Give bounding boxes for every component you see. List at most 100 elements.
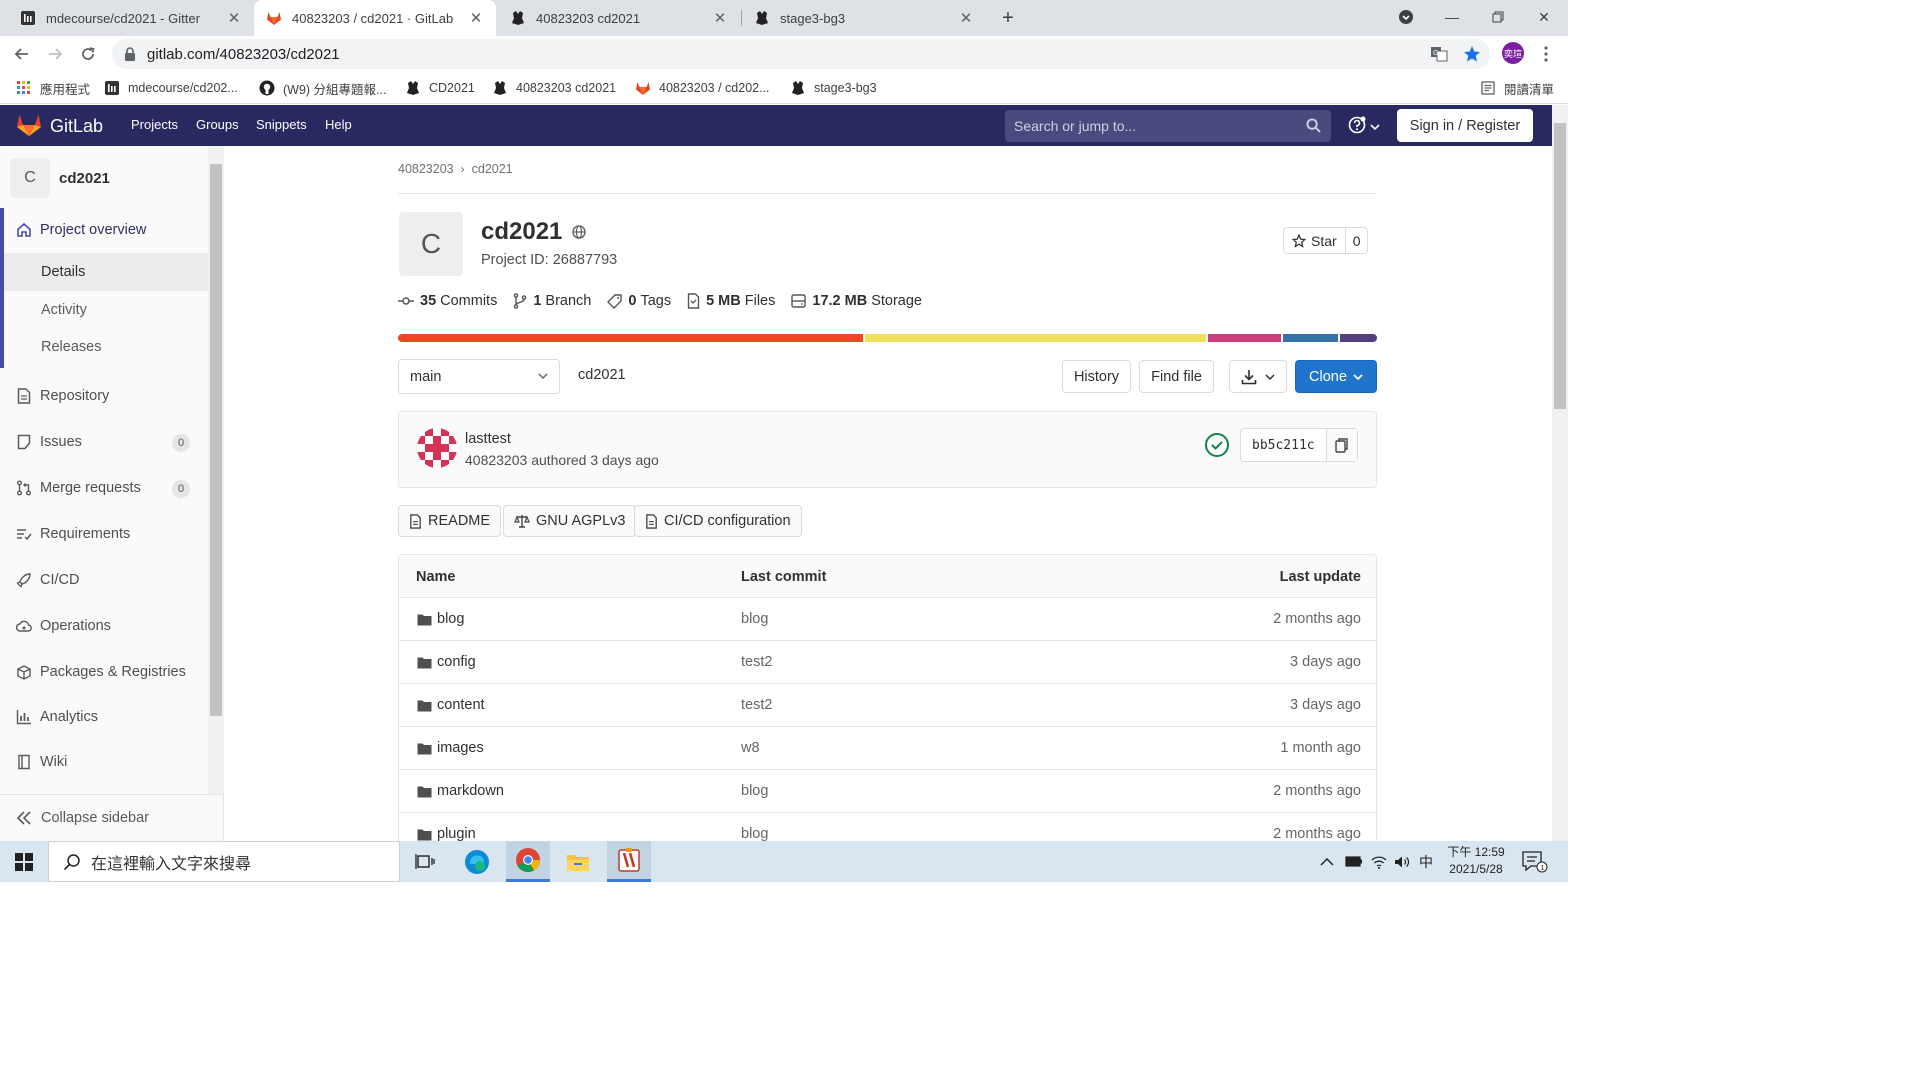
commit-message[interactable]: blog xyxy=(741,783,768,799)
close-tab-icon[interactable]: ✕ xyxy=(712,10,728,27)
close-tab-icon[interactable]: ✕ xyxy=(226,10,242,27)
nav-projects[interactable]: Projects xyxy=(131,117,178,132)
file-name[interactable]: images xyxy=(437,740,484,756)
input-method-indicator[interactable]: 中 xyxy=(1419,841,1433,882)
page-scrollbar[interactable] xyxy=(1552,105,1568,841)
notification-center-icon[interactable]: 1 xyxy=(1522,851,1550,876)
table-row[interactable]: markdown blog 2 months ago xyxy=(399,770,1376,813)
scrollbar-thumb[interactable] xyxy=(1554,123,1566,409)
copy-icon[interactable] xyxy=(1325,429,1357,461)
edge-browser-icon[interactable] xyxy=(455,841,499,882)
browser-tab-stage[interactable]: stage3-bg3 ✕ xyxy=(742,0,986,36)
taskbar-clock[interactable]: 下午 12:59 2021/5/28 xyxy=(1436,844,1516,878)
sidebar-item-packages[interactable]: Packages & Registries xyxy=(16,664,186,680)
breadcrumb-project[interactable]: cd2021 xyxy=(472,162,513,176)
reading-list[interactable]: 閱讀清單 xyxy=(1480,78,1554,98)
new-tab-button[interactable]: + xyxy=(996,6,1020,30)
bookmark-gitlab[interactable]: 40823203 / cd202... xyxy=(635,78,770,98)
close-tab-icon[interactable]: ✕ xyxy=(468,10,484,27)
stat-branches[interactable]: 1 Branch xyxy=(513,293,591,309)
bookmark-cd2021[interactable]: CD2021 xyxy=(405,78,475,98)
nav-help[interactable]: Help xyxy=(325,117,352,132)
sidebar-item-repository[interactable]: Repository xyxy=(16,388,109,404)
sidebar-item-requirements[interactable]: Requirements xyxy=(16,526,130,542)
download-button[interactable] xyxy=(1229,360,1287,393)
sidebar-item-cicd[interactable]: CI/CD xyxy=(16,572,79,588)
bookmark-github[interactable]: (W9) 分組專題報... xyxy=(259,78,386,98)
search-input[interactable]: Search or jump to... xyxy=(1005,110,1331,142)
sign-in-button[interactable]: Sign in / Register xyxy=(1397,109,1533,142)
help-dropdown[interactable] xyxy=(1348,116,1380,137)
volume-icon[interactable] xyxy=(1394,841,1410,882)
windows-start-icon[interactable] xyxy=(0,841,48,882)
sidebar-sub-details[interactable]: Details xyxy=(4,253,208,291)
sidebar-scrollbar-thumb[interactable] xyxy=(210,164,222,716)
commit-message[interactable]: test2 xyxy=(741,697,772,713)
taskbar-search-box[interactable]: 在這裡輸入文字來搜尋 xyxy=(48,841,400,882)
table-row[interactable]: config test2 3 days ago xyxy=(399,641,1376,684)
address-bar[interactable]: gitlab.com/40823203/cd2021 xyxy=(112,39,1490,69)
table-row[interactable]: content test2 3 days ago xyxy=(399,684,1376,727)
app-icon[interactable] xyxy=(607,841,651,882)
browser-menu-icon[interactable] xyxy=(1534,42,1558,66)
battery-icon[interactable] xyxy=(1345,841,1363,882)
language-segment[interactable] xyxy=(864,334,1206,342)
browser-tab-gitlab[interactable]: 40823203 / cd2021 · GitLab ✕ xyxy=(254,0,496,36)
commit-message[interactable]: w8 xyxy=(741,740,760,756)
history-button[interactable]: History xyxy=(1062,360,1131,393)
gitlab-home-link[interactable]: GitLab xyxy=(16,113,103,140)
close-tab-icon[interactable]: ✕ xyxy=(958,10,974,27)
file-explorer-icon[interactable] xyxy=(556,841,600,882)
file-name[interactable]: plugin xyxy=(437,826,476,841)
commit-author[interactable]: 40823203 xyxy=(465,452,527,468)
chrome-browser-icon[interactable] xyxy=(506,841,550,882)
stat-files[interactable]: 5 MB Files xyxy=(687,293,775,309)
reload-icon[interactable] xyxy=(76,42,100,66)
breadcrumb-owner[interactable]: 40823203 xyxy=(398,162,454,176)
nav-groups[interactable]: Groups xyxy=(196,117,239,132)
commit-message[interactable]: test2 xyxy=(741,654,772,670)
browser-tab-gitter[interactable]: mdecourse/cd2021 - Gitter ✕ xyxy=(8,0,254,36)
commit-message[interactable]: blog xyxy=(741,826,768,841)
collapse-sidebar-button[interactable]: Collapse sidebar xyxy=(0,794,224,841)
language-segment[interactable] xyxy=(1339,334,1377,342)
bookmark-site[interactable]: 40823203 cd2021 xyxy=(492,78,616,98)
cicd-configuration-button[interactable]: CI/CD configuration xyxy=(634,505,802,537)
stat-tags[interactable]: 0 Tags xyxy=(607,293,671,309)
sidebar-item-merge-requests[interactable]: Merge requests xyxy=(16,480,141,496)
sidebar-item-issues[interactable]: Issues xyxy=(16,434,82,450)
sidebar-scrollbar[interactable] xyxy=(208,146,224,794)
author-avatar[interactable] xyxy=(417,428,457,468)
tab-search-icon[interactable] xyxy=(1383,0,1429,34)
readme-button[interactable]: README xyxy=(398,505,502,537)
file-name[interactable]: blog xyxy=(437,611,464,627)
sidebar-sub-releases[interactable]: Releases xyxy=(4,328,208,366)
sidebar-item-project-overview[interactable]: Project overview xyxy=(16,222,146,238)
forward-arrow-icon[interactable] xyxy=(43,42,67,66)
bookmark-apps[interactable]: 應用程式 xyxy=(16,78,90,98)
nav-snippets[interactable]: Snippets xyxy=(256,117,307,132)
table-row[interactable]: plugin blog 2 months ago xyxy=(399,813,1376,841)
find-file-button[interactable]: Find file xyxy=(1139,360,1214,393)
sidebar-item-operations[interactable]: Operations xyxy=(16,618,111,634)
bookmark-gitter[interactable]: mdecourse/cd202... xyxy=(104,78,238,98)
star-button[interactable]: Star 0 xyxy=(1283,227,1369,254)
commit-message[interactable]: blog xyxy=(741,611,768,627)
star-count[interactable]: 0 xyxy=(1344,228,1368,253)
translate-icon[interactable]: G xyxy=(1427,42,1451,66)
language-segment[interactable] xyxy=(1282,334,1338,342)
restore-icon[interactable] xyxy=(1475,0,1521,34)
repository-path[interactable]: cd2021 xyxy=(578,367,626,383)
back-arrow-icon[interactable] xyxy=(10,42,34,66)
task-view-icon[interactable] xyxy=(403,841,447,882)
bookmark-star-icon[interactable] xyxy=(1460,42,1484,66)
file-name[interactable]: config xyxy=(437,654,476,670)
wifi-icon[interactable] xyxy=(1371,841,1387,882)
browser-tab-site[interactable]: 40823203 cd2021 ✕ xyxy=(498,0,740,36)
file-name[interactable]: markdown xyxy=(437,783,504,799)
commit-title[interactable]: lasttest xyxy=(465,431,511,447)
profile-avatar[interactable]: 奕瑄 xyxy=(1502,42,1524,64)
sidebar-item-wiki[interactable]: Wiki xyxy=(16,754,67,770)
sidebar-sub-activity[interactable]: Activity xyxy=(4,291,208,329)
sidebar-item-analytics[interactable]: Analytics xyxy=(16,709,98,725)
